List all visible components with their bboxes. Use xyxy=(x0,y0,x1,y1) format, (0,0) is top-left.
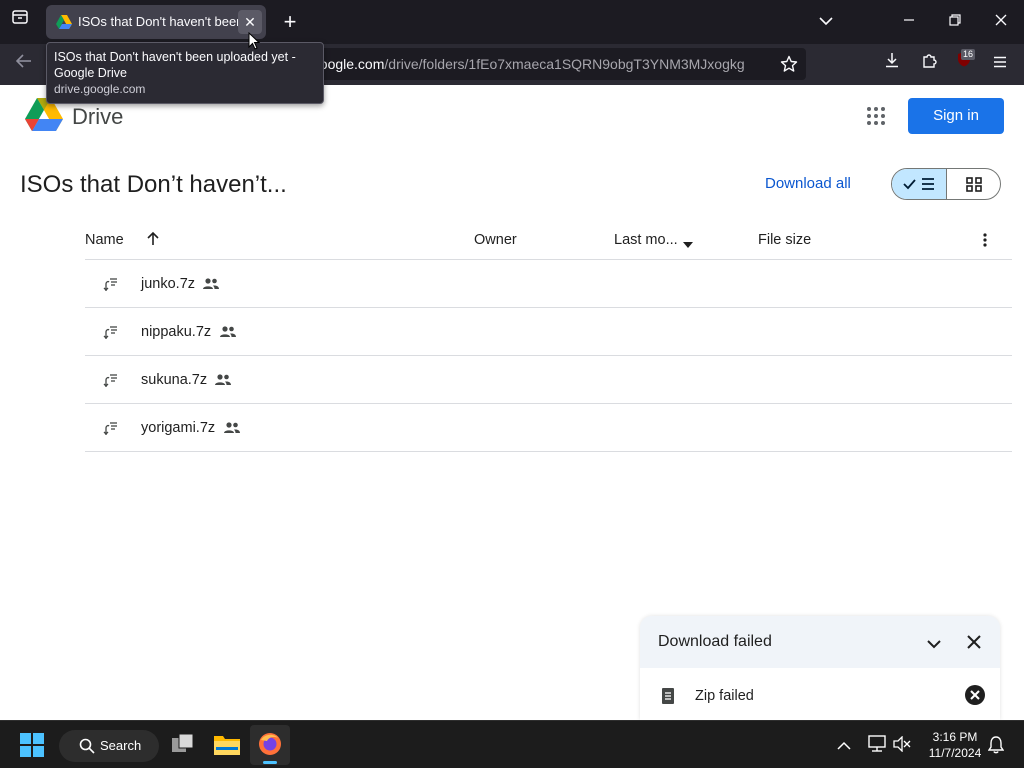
grid-view-button[interactable] xyxy=(947,169,1000,199)
collapse-chevron-icon[interactable] xyxy=(926,636,942,654)
close-panel-icon[interactable] xyxy=(967,635,981,654)
taskbar-search[interactable]: Search xyxy=(59,730,159,762)
close-tab-icon[interactable]: ✕ xyxy=(238,10,262,34)
volume-muted-icon[interactable] xyxy=(893,735,911,757)
tab-tooltip: ISOs that Don't haven't been uploaded ye… xyxy=(46,42,324,104)
tooltip-host: drive.google.com xyxy=(54,82,146,96)
column-header-owner[interactable]: Owner xyxy=(474,232,517,248)
address-url: google.com/drive/folders/1fEo7xmaeca1SQR… xyxy=(312,56,745,72)
column-header-last-modified[interactable]: Last mo... xyxy=(614,232,678,248)
file-row[interactable]: yorigami.7z xyxy=(85,404,1012,452)
download-failed-panel: Download failed Zip failed xyxy=(640,616,1000,720)
shared-people-icon xyxy=(214,373,232,387)
firefox-taskbar-icon[interactable] xyxy=(250,725,290,765)
bookmark-star-icon[interactable] xyxy=(780,55,798,78)
archive-file-icon xyxy=(103,276,119,292)
extensions-puzzle-icon[interactable] xyxy=(915,50,943,78)
shared-people-icon xyxy=(202,277,220,291)
tooltip-title: ISOs that Don't haven't been uploaded ye… xyxy=(54,50,296,80)
windows-start-icon[interactable] xyxy=(20,733,44,762)
file-row[interactable]: sukuna.7z xyxy=(85,356,1012,404)
windows-taskbar: Search 3:16 PM 11/7/2024 xyxy=(0,720,1024,768)
clock-time: 3:16 PM xyxy=(932,730,978,744)
archive-file-icon xyxy=(103,372,119,388)
file-row[interactable]: nippaku.7z xyxy=(85,308,1012,356)
file-row[interactable]: junko.7z xyxy=(85,260,1012,308)
download-item-label: Zip failed xyxy=(695,688,754,704)
failed-cancel-icon[interactable] xyxy=(964,684,986,711)
google-drive-favicon-icon xyxy=(56,15,72,34)
tab-title: ISOs that Don't haven't been uploaded ye… xyxy=(78,14,238,29)
ublock-extension-icon[interactable]: 16 xyxy=(950,49,978,78)
sign-in-button[interactable]: Sign in xyxy=(908,98,1004,134)
back-arrow-icon[interactable] xyxy=(10,50,38,78)
tab-google-drive[interactable]: ISOs that Don't haven't been uploaded ye… xyxy=(46,5,266,39)
download-item-row: Zip failed xyxy=(640,668,1000,720)
app-menu-hamburger-icon[interactable] xyxy=(986,50,1014,78)
google-apps-grid-icon[interactable] xyxy=(866,106,886,126)
archive-file-icon xyxy=(103,324,119,340)
file-name: yorigami.7z xyxy=(141,420,216,436)
file-name: junko.7z xyxy=(141,276,196,292)
show-hidden-icons-chevron-icon[interactable] xyxy=(837,738,851,756)
last-modified-dropdown-icon[interactable] xyxy=(682,236,694,254)
shared-people-icon xyxy=(219,325,237,339)
file-explorer-icon[interactable] xyxy=(214,733,240,760)
close-window-icon[interactable] xyxy=(987,8,1015,36)
minimize-window-icon[interactable] xyxy=(895,8,923,36)
active-app-indicator xyxy=(263,761,277,764)
folder-title: ISOs that Don’t haven’t... xyxy=(20,171,287,198)
restore-window-icon[interactable] xyxy=(941,8,969,36)
network-icon[interactable] xyxy=(867,735,887,758)
view-toggle xyxy=(891,168,1001,200)
notification-bell-icon[interactable] xyxy=(987,736,1005,759)
new-tab-button[interactable]: + xyxy=(276,8,304,36)
task-view-icon[interactable] xyxy=(172,733,194,759)
column-header-file-size[interactable]: File size xyxy=(758,232,811,248)
more-options-vertical-icon[interactable] xyxy=(981,232,989,253)
search-label: Search xyxy=(100,738,142,753)
shared-people-icon xyxy=(223,421,241,435)
tab-list-icon[interactable] xyxy=(6,8,34,36)
download-all-button[interactable]: Download all xyxy=(765,175,851,192)
clock-date: 11/7/2024 xyxy=(928,746,982,760)
drive-logo-text[interactable]: Drive xyxy=(72,104,123,130)
mouse-cursor-icon xyxy=(248,31,261,55)
download-panel-header: Download failed xyxy=(640,616,1000,668)
column-header-name[interactable]: Name xyxy=(85,232,124,248)
archive-file-icon xyxy=(103,420,119,436)
file-name: sukuna.7z xyxy=(141,372,208,388)
sort-ascending-arrow-icon[interactable] xyxy=(146,231,160,252)
extension-badge: 16 xyxy=(961,49,976,60)
list-all-tabs-chevron-icon[interactable] xyxy=(812,8,840,36)
downloads-icon[interactable] xyxy=(878,50,906,78)
search-icon xyxy=(79,738,95,759)
browser-tab-bar: ISOs that Don't haven't been uploaded ye… xyxy=(0,0,1024,44)
file-name: nippaku.7z xyxy=(141,324,212,340)
document-file-icon xyxy=(662,688,674,709)
list-view-button[interactable] xyxy=(892,169,947,199)
download-panel-title: Download failed xyxy=(658,633,772,650)
taskbar-clock[interactable]: 3:16 PM 11/7/2024 xyxy=(920,729,990,761)
